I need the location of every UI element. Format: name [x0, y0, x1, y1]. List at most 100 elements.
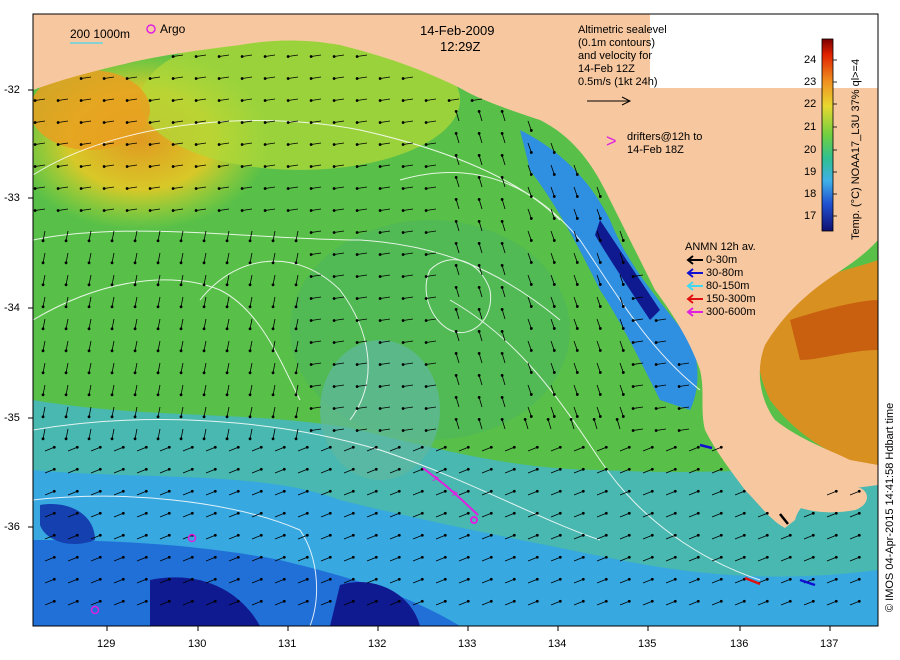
velocity-arrow-head	[148, 187, 152, 190]
velocity-arrow-head	[529, 217, 533, 220]
velocity-arrow-head	[217, 209, 221, 212]
velocity-arrow-head	[286, 99, 290, 102]
velocity-arrow-head	[552, 327, 556, 330]
velocity-arrow-head	[305, 577, 309, 581]
velocity-arrow-head	[719, 599, 723, 603]
velocity-arrow-head	[225, 371, 229, 375]
velocity-arrow-head	[110, 393, 114, 397]
velocity-arrow-head	[79, 143, 83, 146]
velocity-arrow-head	[420, 445, 424, 449]
velocity-arrow-head	[765, 577, 769, 581]
velocity-arrow-head	[857, 577, 861, 581]
velocity-arrow-head	[529, 305, 533, 308]
lon-tick: 132	[368, 638, 387, 650]
velocity-arrow-head	[355, 341, 359, 344]
velocity-arrow-head	[236, 445, 240, 449]
velocity-arrow-head	[765, 533, 769, 537]
velocity-arrow-head	[558, 577, 562, 581]
velocity-arrow-head	[788, 555, 792, 559]
anmn-title: ANMN 12h av.	[685, 241, 756, 253]
velocity-arrow-head	[351, 511, 355, 515]
velocity-arrow-head	[575, 349, 579, 352]
velocity-arrow-head	[500, 154, 504, 157]
anmn-item-label: 80-150m	[706, 280, 750, 292]
velocity-arrow-head	[621, 305, 625, 308]
velocity-arrow-head	[271, 349, 275, 353]
anmn-item-label: 0-30m	[706, 254, 738, 266]
velocity-arrow-head	[75, 599, 79, 603]
velocity-arrow-head	[33, 187, 37, 190]
velocity-arrow-head	[213, 577, 217, 581]
velocity-arrow-head	[351, 599, 355, 603]
velocity-arrow-head	[240, 99, 244, 102]
velocity-arrow-head	[575, 261, 579, 264]
velocity-arrow-head	[121, 467, 125, 471]
lon-tick: 131	[278, 638, 297, 650]
velocity-arrow-head	[500, 396, 504, 399]
svg-text:>: >	[432, 471, 439, 485]
colorbar-tick: 18	[804, 188, 817, 200]
velocity-arrow-head	[621, 393, 625, 396]
velocity-arrow-head	[332, 143, 336, 146]
velocity-arrow-head	[79, 77, 83, 80]
velocity-arrow-head	[133, 393, 137, 397]
velocity-arrow-head	[240, 55, 244, 58]
velocity-arrow-head	[167, 555, 171, 559]
velocity-arrow-head	[529, 239, 533, 242]
colorbar-tick: 23	[804, 76, 817, 88]
velocity-arrow-head	[41, 305, 45, 309]
velocity-arrow-head	[305, 489, 309, 493]
velocity-arrow-head	[834, 555, 838, 559]
velocity-arrow-head	[179, 393, 183, 397]
velocity-arrow-head	[179, 371, 183, 375]
velocity-arrow-head	[374, 555, 378, 559]
velocity-arrow-head	[424, 363, 428, 366]
velocity-arrow-head	[52, 467, 56, 471]
velocity-arrow-head	[282, 467, 286, 471]
sealevel-line: 0.5m/s (1kt 24h)	[578, 76, 658, 88]
velocity-arrow-head	[33, 99, 37, 102]
velocity-arrow-head	[489, 599, 493, 603]
velocity-arrow-head	[309, 363, 313, 366]
velocity-arrow-head	[857, 555, 861, 559]
velocity-arrow-head	[401, 209, 405, 212]
velocity-arrow-head	[552, 371, 556, 374]
velocity-arrow-head	[500, 220, 504, 223]
velocity-arrow-head	[552, 283, 556, 286]
velocity-arrow-head	[489, 555, 493, 559]
velocity-arrow-head	[179, 437, 183, 441]
velocity-arrow-head	[64, 239, 68, 243]
velocity-arrow-head	[332, 363, 336, 366]
velocity-arrow-head	[581, 445, 585, 449]
velocity-arrow-head	[454, 330, 458, 333]
velocity-arrow-head	[259, 577, 263, 581]
velocity-arrow-head	[719, 445, 723, 449]
velocity-arrow-head	[420, 489, 424, 493]
velocity-arrow-head	[604, 599, 608, 603]
velocity-arrow-head	[248, 349, 252, 353]
velocity-arrow-head	[332, 429, 336, 432]
velocity-arrow-head	[696, 511, 700, 515]
velocity-arrow-head	[378, 385, 382, 388]
velocity-arrow-head	[217, 55, 221, 58]
velocity-arrow-head	[121, 489, 125, 493]
velocity-arrow-head	[834, 577, 838, 581]
velocity-arrow-head	[355, 187, 359, 190]
velocity-arrow-head	[470, 99, 474, 102]
velocity-arrow-head	[529, 195, 533, 198]
velocity-arrow-head	[102, 143, 106, 146]
anmn-item-label: 30-80m	[706, 267, 744, 279]
velocity-arrow-head	[598, 261, 602, 264]
velocity-arrow-head	[447, 99, 451, 102]
velocity-arrow-head	[225, 437, 229, 441]
velocity-arrow-head	[79, 187, 83, 190]
velocity-arrow-head	[604, 445, 608, 449]
velocity-arrow-head	[489, 489, 493, 493]
velocity-arrow-head	[332, 407, 336, 410]
velocity-arrow-head	[558, 533, 562, 537]
sealevel-line: (0.1m contours)	[578, 37, 656, 49]
velocity-arrow-head	[650, 599, 654, 603]
velocity-arrow-head	[811, 511, 815, 515]
velocity-arrow-head	[332, 55, 336, 58]
velocity-arrow-head	[240, 143, 244, 146]
